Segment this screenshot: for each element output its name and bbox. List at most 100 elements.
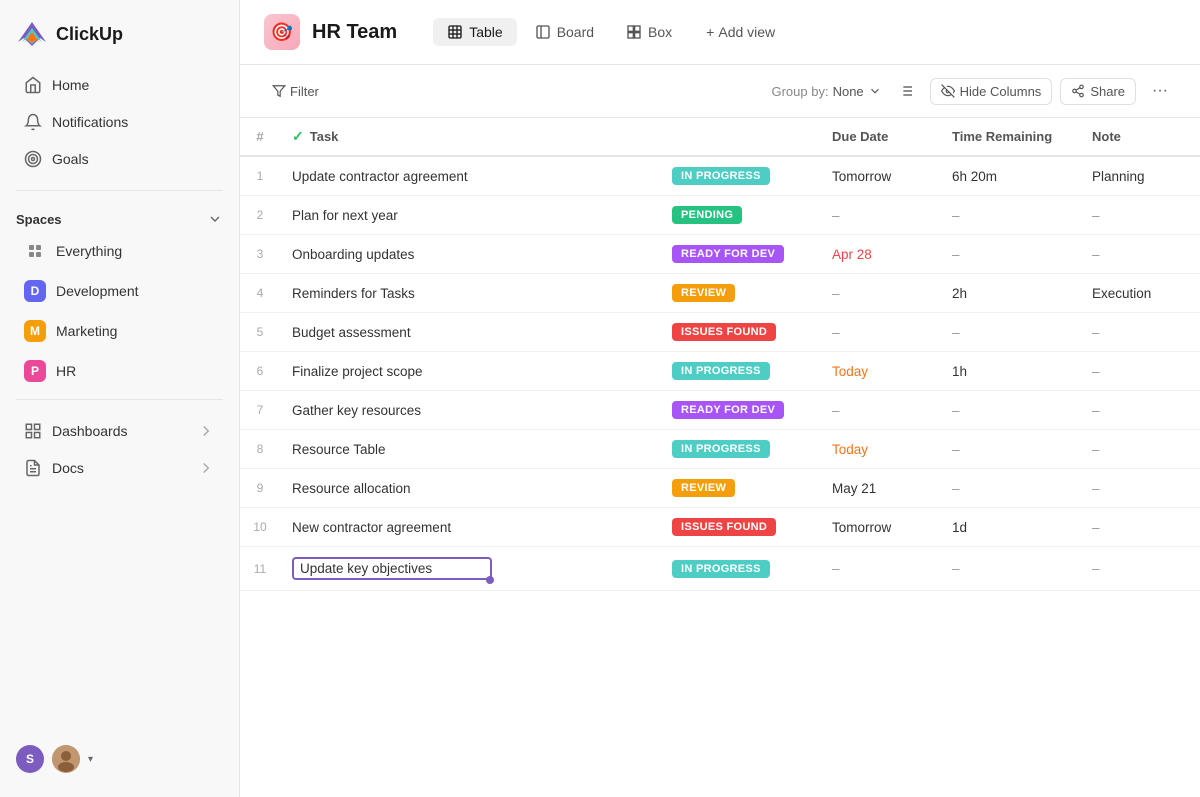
table-row[interactable]: 11 Update key objectives IN PROGRESS – –… [240, 547, 1200, 591]
table-row[interactable]: 2 Plan for next year PENDING – – – [240, 196, 1200, 235]
sidebar-item-everything[interactable]: Everything [8, 232, 231, 270]
status-cell: ISSUES FOUND [660, 508, 820, 547]
note-cell: Planning [1080, 156, 1200, 196]
task-cell[interactable]: Reminders for Tasks [280, 274, 660, 313]
status-badge: PENDING [672, 206, 742, 224]
task-table: # ✓ Task Due Date Time Remaining [240, 118, 1200, 591]
note-cell: – [1080, 508, 1200, 547]
tab-board-label: Board [557, 24, 594, 40]
sort-button[interactable] [890, 75, 922, 107]
time-remaining-cell: 2h [940, 274, 1080, 313]
time-remaining-cell: – [940, 469, 1080, 508]
row-num: 11 [240, 547, 280, 591]
task-cell[interactable]: Onboarding updates [280, 235, 660, 274]
due-date-cell: Today [820, 352, 940, 391]
sidebar-item-goals[interactable]: Goals [8, 141, 231, 177]
sidebar-item-notifications[interactable]: Notifications [8, 104, 231, 140]
col-task: ✓ Task [280, 118, 660, 156]
status-cell: IN PROGRESS [660, 547, 820, 591]
table-row[interactable]: 7 Gather key resources READY FOR DEV – –… [240, 391, 1200, 430]
table-row[interactable]: 8 Resource Table IN PROGRESS Today – – [240, 430, 1200, 469]
table-row[interactable]: 6 Finalize project scope IN PROGRESS Tod… [240, 352, 1200, 391]
col-time-remaining: Time Remaining [940, 118, 1080, 156]
due-date-cell: – [820, 547, 940, 591]
due-date-col-label: Due Date [832, 129, 888, 144]
status-badge: ISSUES FOUND [672, 518, 776, 536]
task-cell[interactable]: Finalize project scope [280, 352, 660, 391]
sidebar-item-development[interactable]: D Development [8, 272, 231, 310]
table-row[interactable]: 10 New contractor agreement ISSUES FOUND… [240, 508, 1200, 547]
main-content: 🎯 HR Team Table Board Box [240, 0, 1200, 797]
share-button[interactable]: Share [1060, 78, 1136, 105]
sidebar-item-home[interactable]: Home [8, 67, 231, 103]
task-cell[interactable]: New contractor agreement [280, 508, 660, 547]
row-num: 9 [240, 469, 280, 508]
group-by-label: Group by: [771, 84, 828, 99]
hide-columns-icon [941, 84, 955, 98]
due-date-cell: – [820, 391, 940, 430]
table-row[interactable]: 4 Reminders for Tasks REVIEW – 2h Execut… [240, 274, 1200, 313]
more-options-button[interactable]: ··· [1144, 77, 1176, 105]
task-name: Reminders for Tasks [292, 286, 415, 301]
task-name-selected: Update key objectives [292, 557, 492, 580]
avatar-photo [52, 745, 80, 773]
due-date-cell: Today [820, 430, 940, 469]
table-row[interactable]: 5 Budget assessment ISSUES FOUND – – – [240, 313, 1200, 352]
time-remaining-cell: – [940, 235, 1080, 274]
table-row[interactable]: 3 Onboarding updates READY FOR DEV Apr 2… [240, 235, 1200, 274]
due-date-cell: – [820, 196, 940, 235]
table-icon [447, 24, 463, 40]
status-cell: READY FOR DEV [660, 235, 820, 274]
page-header: 🎯 HR Team Table Board Box [240, 0, 1200, 65]
col-num: # [240, 118, 280, 156]
task-cell[interactable]: Budget assessment [280, 313, 660, 352]
user-chevron-icon[interactable]: ▾ [88, 754, 93, 765]
task-cell[interactable]: Update contractor agreement [280, 156, 660, 196]
group-by-selector[interactable]: Group by: None [771, 84, 881, 99]
more-icon: ··· [1152, 82, 1168, 99]
group-by-chevron-icon [868, 84, 882, 98]
target-icon [24, 150, 42, 168]
status-badge: IN PROGRESS [672, 440, 770, 458]
task-name: Finalize project scope [292, 364, 423, 379]
task-name: Resource allocation [292, 481, 411, 496]
task-cell[interactable]: Update key objectives [280, 547, 660, 591]
filter-button[interactable]: Filter [264, 79, 327, 104]
task-name: Plan for next year [292, 208, 398, 223]
tab-box[interactable]: Box [612, 18, 686, 46]
table-row[interactable]: 9 Resource allocation REVIEW May 21 – – [240, 469, 1200, 508]
sidebar-item-hr[interactable]: P HR [8, 352, 231, 390]
sidebar-item-docs[interactable]: Docs [8, 450, 231, 486]
marketing-badge: M [24, 320, 46, 342]
task-cell[interactable]: Resource allocation [280, 469, 660, 508]
sidebar-item-marketing[interactable]: M Marketing [8, 312, 231, 350]
task-cell[interactable]: Gather key resources [280, 391, 660, 430]
spaces-label: Spaces [16, 212, 62, 227]
logo[interactable]: ClickUp [0, 0, 239, 62]
col-note: Note [1080, 118, 1200, 156]
task-cell[interactable]: Plan for next year [280, 196, 660, 235]
tab-board[interactable]: Board [521, 18, 608, 46]
user-footer[interactable]: S ▾ [0, 733, 239, 785]
app-name: ClickUp [56, 24, 123, 45]
task-name: New contractor agreement [292, 520, 451, 535]
clickup-logo-icon [16, 18, 48, 50]
plus-icon: + [706, 24, 714, 40]
chevron-down-icon[interactable] [207, 211, 223, 227]
goals-label: Goals [52, 151, 89, 167]
note-cell: – [1080, 547, 1200, 591]
hide-columns-button[interactable]: Hide Columns [930, 78, 1053, 105]
table-row[interactable]: 1 Update contractor agreement IN PROGRES… [240, 156, 1200, 196]
docs-label: Docs [52, 460, 84, 476]
add-view-label: Add view [718, 24, 775, 40]
status-badge: READY FOR DEV [672, 401, 784, 419]
row-num: 10 [240, 508, 280, 547]
tab-table[interactable]: Table [433, 18, 516, 46]
development-badge: D [24, 280, 46, 302]
task-cell[interactable]: Resource Table [280, 430, 660, 469]
sidebar-item-dashboards[interactable]: Dashboards [8, 413, 231, 449]
status-cell: PENDING [660, 196, 820, 235]
row-num: 5 [240, 313, 280, 352]
time-remaining-col-label: Time Remaining [952, 129, 1052, 144]
add-view-button[interactable]: + Add view [694, 18, 787, 46]
